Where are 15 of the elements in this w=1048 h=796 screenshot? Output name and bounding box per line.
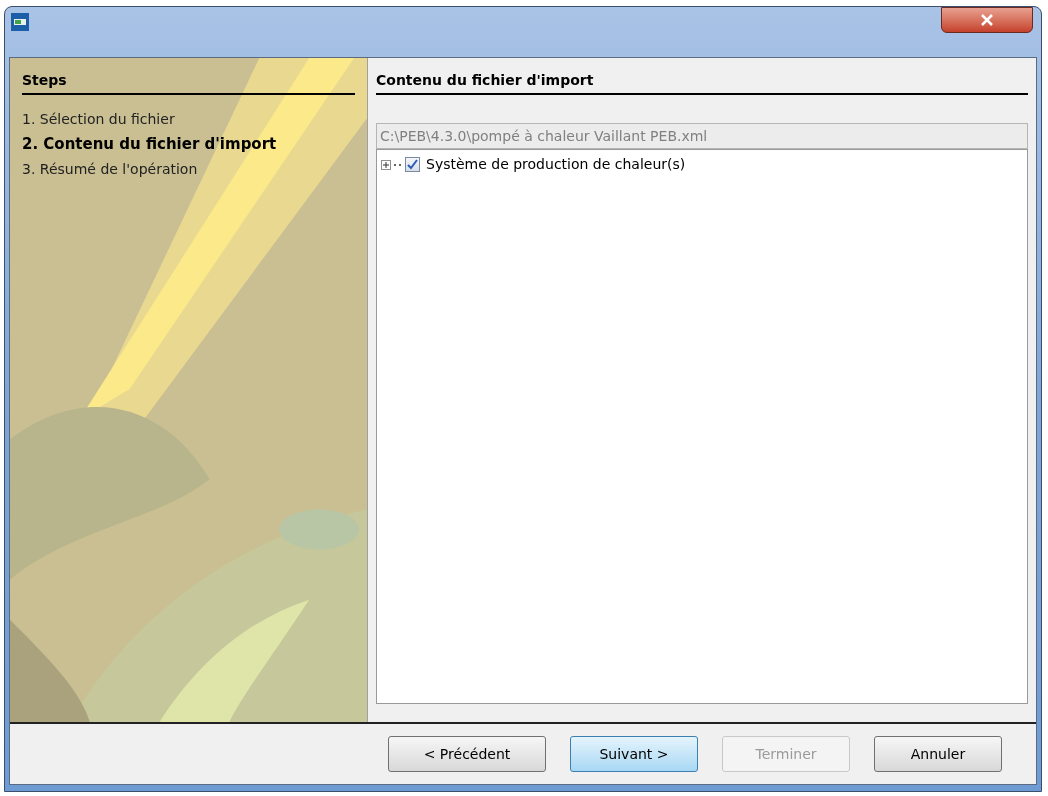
tree-checkbox[interactable]: [405, 157, 420, 172]
close-button[interactable]: [941, 7, 1033, 33]
wizard-button[interactable]: Annuler: [874, 736, 1002, 772]
wizard-button[interactable]: < Précédent: [388, 736, 546, 772]
steps-title: Steps: [22, 70, 355, 95]
wizard-button[interactable]: Suivant >: [570, 736, 698, 772]
step-item: 2. Contenu du fichier d'import: [22, 134, 278, 155]
expand-icon[interactable]: [381, 159, 391, 170]
close-icon: [981, 14, 993, 26]
app-icon: [11, 13, 29, 31]
content-title: Contenu du fichier d'import: [376, 70, 1028, 95]
tree-item-label[interactable]: Système de production de chaleur(s): [426, 154, 686, 175]
tree-connector-line: [394, 163, 402, 166]
step-item: 3. Résumé de l'opération: [22, 159, 199, 179]
step-item: 1. Sélection du fichier: [22, 110, 176, 129]
